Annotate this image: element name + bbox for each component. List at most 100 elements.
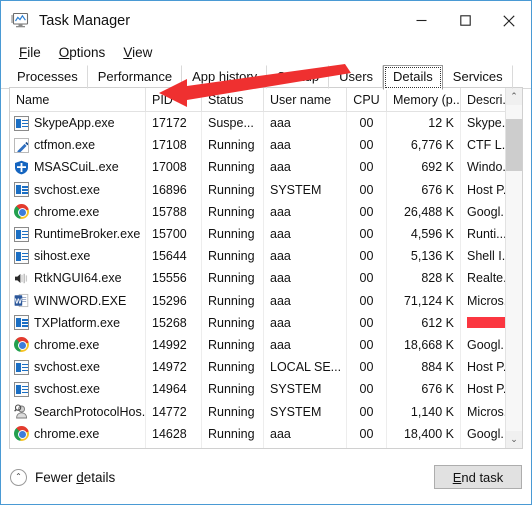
cell-pid: 15556	[146, 267, 202, 290]
process-name: SearchProtocolHos...	[34, 404, 146, 419]
chrome-icon	[14, 426, 29, 442]
task-manager-window: Task Manager File Options View Processes…	[0, 0, 532, 505]
scrollbar-thumb[interactable]	[506, 119, 522, 171]
table-row[interactable]: sihost.exe 15644 Running aaa 00 5,136 K Shell …	[10, 245, 522, 268]
maximize-button[interactable]	[443, 1, 487, 40]
process-name: ctfmon.exe	[34, 138, 96, 153]
process-rows[interactable]: SkypeApp.exe 17172 Suspe... aaa 00 12 K Skype.…	[10, 112, 522, 448]
cell-status: Running	[202, 178, 264, 201]
column-header-user-name[interactable]: User name	[264, 88, 347, 111]
word-icon: W	[14, 293, 29, 308]
cell-cpu: 00	[347, 156, 387, 179]
scroll-up-icon[interactable]: ⌃	[506, 88, 522, 105]
scroll-down-icon[interactable]: ⌄	[506, 431, 522, 448]
tab-details[interactable]: Details	[383, 65, 443, 90]
menu-options[interactable]: Options	[50, 43, 115, 62]
cell-status: Running	[202, 156, 264, 179]
cell-memory: 676 K	[387, 178, 461, 201]
person-icon	[14, 404, 29, 419]
table-row[interactable]: SearchProtocolHos... 14772 Running SYSTEM 00…	[10, 400, 522, 423]
cell-name: TXPlatform.exe	[10, 311, 146, 334]
cell-memory: 18,668 K	[387, 333, 461, 357]
close-button[interactable]	[487, 1, 531, 40]
process-details-list: Name ⌄ PID Status User name CPU Memory (…	[9, 87, 523, 449]
table-row[interactable]: chrome.exe 14628 Running aaa 00 18,400 K Googl…	[10, 422, 522, 445]
table-row[interactable]: RuntimeBroker.exe 15700 Running aaa 00 4,596 …	[10, 222, 522, 246]
cell-pid: 14992	[146, 333, 202, 357]
generic-app-icon	[14, 315, 29, 331]
window-title: Task Manager	[39, 12, 131, 29]
cell-user: aaa	[264, 311, 347, 334]
tab-processes[interactable]: Processes	[7, 65, 88, 89]
cell-memory: 692 K	[387, 156, 461, 179]
cell-user: SYSTEM	[264, 400, 347, 423]
table-row[interactable]: ctfmon.exe 17108 Running aaa 00 6,776 K CTF L.…	[10, 134, 522, 157]
table-row[interactable]: svchost.exe 16896 Running SYSTEM 00 676 K Host…	[10, 178, 522, 201]
process-name: chrome.exe	[34, 337, 100, 352]
process-name: RuntimeBroker.exe	[34, 227, 141, 242]
shield-icon	[14, 160, 29, 175]
vertical-scrollbar[interactable]: ⌃ ⌄	[505, 88, 522, 448]
cell-user: aaa	[264, 267, 347, 290]
chrome-icon	[14, 204, 29, 220]
cell-cpu: 00	[347, 178, 387, 201]
cell-status: Running	[202, 356, 264, 379]
tab-performance[interactable]: Performance	[88, 65, 183, 89]
fewer-details-button[interactable]: ⌃ Fewer details	[10, 468, 115, 486]
minimize-button[interactable]	[399, 1, 443, 40]
table-row[interactable]: TXPlatform.exe 15268 Running aaa 00 612 K	[10, 311, 522, 334]
column-header-name[interactable]: Name	[10, 88, 146, 111]
table-row[interactable]: SkypeApp.exe 17172 Suspe... aaa 00 12 K Skype.…	[10, 112, 522, 135]
cell-status: Running	[202, 289, 264, 312]
cell-memory: 4,596 K	[387, 222, 461, 246]
table-row[interactable]: W WINWORD.EXE 15296 Running aaa 00 71,124 K Mic…	[10, 289, 522, 312]
table-row[interactable]: RtkNGUI64.exe 15556 Running aaa 00 828 K Realt…	[10, 267, 522, 290]
process-name: RtkNGUI64.exe	[34, 271, 122, 286]
cell-name: svchost.exe	[10, 356, 146, 379]
cell-memory: 5,136 K	[387, 245, 461, 268]
menu-view[interactable]: View	[114, 43, 161, 62]
table-row[interactable]: svchost.exe14596RunningSYSTEM002,184 KHo…	[10, 444, 522, 448]
column-header-pid[interactable]: ⌄ PID	[146, 88, 202, 111]
table-row[interactable]: svchost.exe 14964 Running SYSTEM 00 676 K Host…	[10, 378, 522, 401]
svg-text:W: W	[15, 296, 22, 305]
chevron-up-icon: ⌃	[10, 468, 27, 486]
column-header-cpu[interactable]: CPU	[347, 88, 387, 111]
speaker-icon	[14, 271, 29, 286]
generic-app-icon	[14, 359, 29, 375]
cell-name: chrome.exe	[10, 422, 146, 445]
cell-cpu: 00	[347, 356, 387, 379]
column-header-memory[interactable]: Memory (p...	[387, 88, 461, 111]
cell-status: Running	[202, 134, 264, 157]
cell-user: aaa	[264, 222, 347, 246]
chrome-icon	[14, 337, 29, 353]
cell-memory: 18,400 K	[387, 422, 461, 445]
table-row[interactable]: chrome.exe 14992 Running aaa 00 18,668 K Googl…	[10, 333, 522, 357]
cell-name: svchost.exe	[10, 444, 146, 448]
scrollbar-track[interactable]	[506, 105, 522, 431]
cell-pid: 14964	[146, 378, 202, 401]
cell-cpu: 00	[347, 112, 387, 135]
cell-name: chrome.exe	[10, 333, 146, 357]
cell-pid: 15788	[146, 200, 202, 223]
menu-bar: File Options View	[1, 40, 531, 65]
column-header-status[interactable]: Status	[202, 88, 264, 111]
cell-name: W WINWORD.EXE	[10, 289, 146, 312]
tab-app-history[interactable]: App history	[182, 65, 268, 89]
tab-startup[interactable]: Startup	[267, 65, 330, 89]
table-row[interactable]: svchost.exe 14972 Running LOCAL SE... 00 884 …	[10, 356, 522, 379]
tab-strip: Processes Performance App history Startu…	[1, 65, 531, 90]
cell-pid: 15268	[146, 311, 202, 334]
table-row[interactable]: chrome.exe 15788 Running aaa 00 26,488 K Googl…	[10, 200, 522, 223]
tab-services[interactable]: Services	[443, 65, 513, 89]
cell-memory: 2,184 K	[387, 444, 461, 448]
cell-status: Running	[202, 311, 264, 334]
tab-users[interactable]: Users	[329, 65, 384, 89]
menu-file[interactable]: File	[10, 43, 50, 62]
end-task-button[interactable]: End task	[434, 465, 522, 489]
cell-pid: 17008	[146, 156, 202, 179]
table-row[interactable]: MSASCuiL.exe 17008 Running aaa 00 692 K Windo.…	[10, 156, 522, 179]
cell-pid: 15644	[146, 245, 202, 268]
cell-status: Running	[202, 400, 264, 423]
cell-user: SYSTEM	[264, 178, 347, 201]
